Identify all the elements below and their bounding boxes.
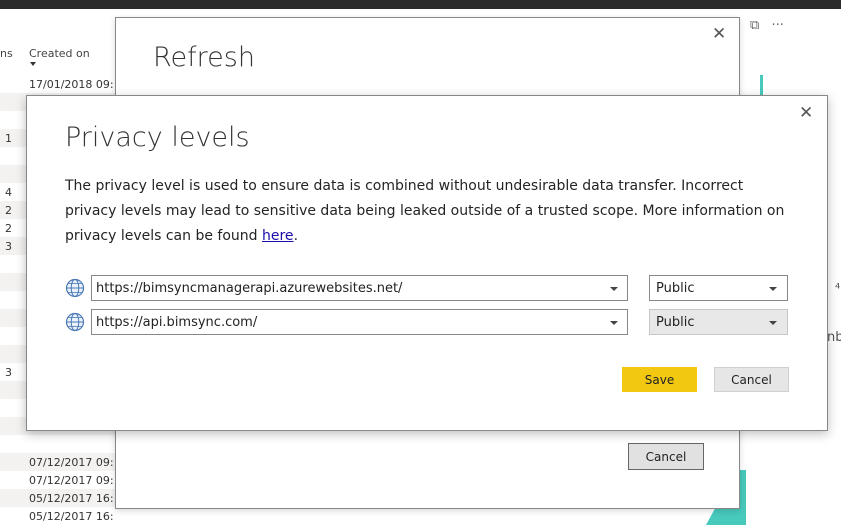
table-cell: 2	[5, 204, 12, 217]
privacy-level-value: Public	[656, 281, 695, 296]
source-row: https://api.bimsync.com/ Public	[65, 309, 795, 335]
source-url-dropdown[interactable]: https://bimsyncmanagerapi.azurewebsites.…	[91, 275, 628, 301]
save-button[interactable]: Save	[622, 367, 697, 392]
privacy-levels-dialog: ✕ Privacy levels The privacy level is us…	[26, 95, 828, 431]
table-row: 05/12/2017 16:44	[0, 507, 270, 525]
table-cell: 3	[5, 240, 12, 253]
visual-header-icons: ⧉ ···	[750, 18, 792, 33]
table-cell: 1	[5, 132, 12, 145]
privacy-level-select[interactable]: Public	[649, 275, 788, 301]
table-cell: 17/01/2018 09:39	[29, 78, 114, 91]
chevron-down-icon	[769, 321, 777, 325]
privacy-description-end: .	[293, 228, 299, 244]
source-url-dropdown[interactable]: https://api.bimsync.com/	[91, 309, 628, 335]
table-cell: 2	[5, 222, 12, 235]
focus-mode-icon[interactable]: ⧉	[750, 18, 759, 33]
column-header-partial: ns	[0, 47, 13, 60]
cancel-button[interactable]: Cancel	[714, 367, 789, 392]
privacy-dialog-title: Privacy levels	[65, 122, 250, 153]
table-cell: 05/12/2017 16:44	[29, 492, 114, 505]
more-options-icon[interactable]: ···	[771, 18, 783, 33]
app-top-bar	[0, 0, 841, 9]
sort-arrow-icon	[30, 62, 36, 66]
globe-icon	[65, 312, 85, 332]
refresh-cancel-button[interactable]: Cancel	[628, 443, 704, 470]
chevron-down-icon	[610, 287, 618, 291]
source-url-value: https://bimsyncmanagerapi.azurewebsites.…	[96, 281, 403, 296]
source-row: https://bimsyncmanagerapi.azurewebsites.…	[65, 275, 795, 301]
refresh-dialog-title: Refresh	[153, 42, 255, 73]
privacy-description: The privacy level is used to ensure data…	[65, 174, 795, 249]
source-url-value: https://api.bimsync.com/	[96, 315, 258, 330]
privacy-help-link[interactable]: here	[262, 228, 294, 244]
chevron-down-icon	[769, 287, 777, 291]
background-text-fragment: nb	[827, 330, 841, 345]
privacy-level-select[interactable]: Public	[649, 309, 788, 335]
table-cell: 07/12/2017 09:16	[29, 474, 114, 487]
table-cell: 4	[5, 186, 12, 199]
background-glyph: ⁴	[835, 282, 841, 297]
table-cell: 3	[5, 366, 12, 379]
chevron-down-icon	[610, 321, 618, 325]
privacy-level-value: Public	[656, 315, 695, 330]
column-header-created-on[interactable]: Created on	[29, 47, 90, 60]
privacy-close-icon[interactable]: ✕	[799, 105, 813, 122]
table-cell: 07/12/2017 09:1	[29, 456, 114, 469]
table-cell: 05/12/2017 16:44	[29, 510, 114, 523]
globe-icon	[65, 278, 85, 298]
privacy-description-text: The privacy level is used to ensure data…	[65, 178, 785, 244]
refresh-close-icon[interactable]: ✕	[712, 26, 726, 43]
chart-line-fragment	[760, 75, 763, 97]
